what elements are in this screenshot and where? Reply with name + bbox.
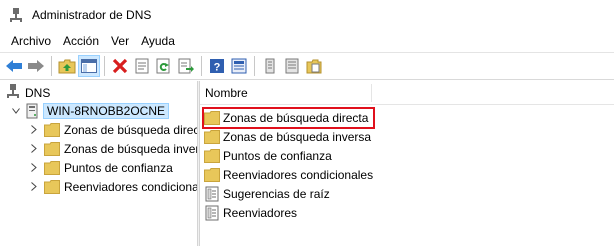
chevron-right-icon[interactable] — [29, 125, 39, 135]
menu-archivo[interactable]: Archivo — [5, 30, 57, 52]
toolbar: ? — [0, 52, 614, 80]
help-page-icon[interactable] — [228, 55, 250, 77]
details-list[interactable]: Nombre Zonas de búsqueda directa Zonas d… — [200, 81, 614, 246]
menu-accion[interactable]: Acción — [57, 30, 105, 52]
forward-arrow-icon[interactable] — [25, 55, 47, 77]
dns-app-icon — [8, 7, 24, 23]
column-header[interactable]: Nombre — [200, 81, 614, 105]
tree-item-label: Puntos de confianza — [64, 160, 173, 175]
show-hide-console-tree-icon[interactable] — [78, 55, 100, 77]
tree-root-label: DNS — [25, 85, 51, 100]
dns-icon — [5, 83, 21, 102]
toolbar-separator — [104, 56, 105, 76]
folder-icon — [204, 129, 220, 144]
properties-icon[interactable] — [131, 55, 153, 77]
folder-icon — [44, 179, 60, 194]
list-item[interactable]: Reenviadores condicionales — [204, 165, 373, 184]
chevron-right-icon[interactable] — [29, 163, 39, 173]
folder-icon — [44, 141, 60, 156]
tree-root-dns[interactable]: DNS — [5, 83, 50, 102]
toolbar-separator — [51, 56, 52, 76]
help-icon[interactable]: ? — [206, 55, 228, 77]
export-list-icon[interactable] — [175, 55, 197, 77]
list-item-label: Puntos de confianza — [223, 148, 332, 163]
list-item-label: Reenviadores — [223, 205, 298, 220]
menu-bar: Archivo Acción Ver Ayuda — [0, 30, 614, 52]
record-list-icon[interactable] — [281, 55, 303, 77]
back-arrow-icon[interactable] — [3, 55, 25, 77]
folder-icon — [204, 167, 220, 182]
up-folder-icon[interactable] — [56, 55, 78, 77]
window-title: Administrador de DNS — [32, 8, 152, 22]
tree-item-label: Reenviadores condicionales — [64, 179, 197, 194]
column-header-nombre[interactable]: Nombre — [205, 86, 248, 100]
toolbar-separator — [201, 56, 202, 76]
svg-text:?: ? — [214, 62, 221, 74]
folder-icon — [44, 160, 60, 175]
column-divider[interactable] — [371, 84, 372, 102]
folder-docs-icon[interactable] — [303, 55, 325, 77]
tree-item-puntos-confianza[interactable]: Puntos de confianza — [29, 158, 173, 177]
tree-item-zonas-directa[interactable]: Zonas de búsqueda directa — [29, 120, 197, 139]
console-tree[interactable]: DNS WIN-8RNOBB2OCNE Zonas de búsqueda di… — [0, 81, 197, 246]
list-item[interactable]: Puntos de confianza — [204, 146, 332, 165]
refresh-icon[interactable] — [153, 55, 175, 77]
tree-item-reenviadores-condicionales[interactable]: Reenviadores condicionales — [29, 177, 197, 196]
tree-item-server[interactable]: WIN-8RNOBB2OCNE — [11, 101, 170, 120]
tree-item-server-label: WIN-8RNOBB2OCNE — [43, 102, 170, 119]
tree-item-zonas-inversa[interactable]: Zonas de búsqueda inversa — [29, 139, 197, 158]
list-item-label: Sugerencias de raíz — [223, 186, 330, 201]
list-item-label: Reenviadores condicionales — [223, 167, 374, 182]
folder-icon — [204, 148, 220, 163]
list-item[interactable]: Zonas de búsqueda inversa — [204, 127, 371, 146]
menu-ayuda[interactable]: Ayuda — [135, 30, 181, 52]
list-item-label: Zonas de búsqueda inversa — [223, 129, 372, 144]
folder-icon — [44, 122, 60, 137]
tree-item-label: Zonas de búsqueda inversa — [64, 141, 197, 156]
chevron-right-icon[interactable] — [29, 182, 39, 192]
list-item[interactable]: Sugerencias de raíz — [204, 184, 330, 203]
server-list-icon[interactable] — [259, 55, 281, 77]
menu-ver[interactable]: Ver — [105, 30, 135, 52]
delete-icon[interactable] — [109, 55, 131, 77]
server-icon — [25, 103, 39, 119]
server-doc-icon — [204, 186, 220, 202]
tree-item-label: Zonas de búsqueda directa — [64, 122, 197, 137]
list-item[interactable]: Reenviadores — [204, 203, 297, 222]
toolbar-separator — [254, 56, 255, 76]
chevron-right-icon[interactable] — [29, 144, 39, 154]
title-bar: Administrador de DNS — [0, 0, 614, 30]
highlight-box — [202, 107, 375, 129]
chevron-down-icon[interactable] — [11, 106, 21, 116]
server-doc-icon — [204, 205, 220, 221]
